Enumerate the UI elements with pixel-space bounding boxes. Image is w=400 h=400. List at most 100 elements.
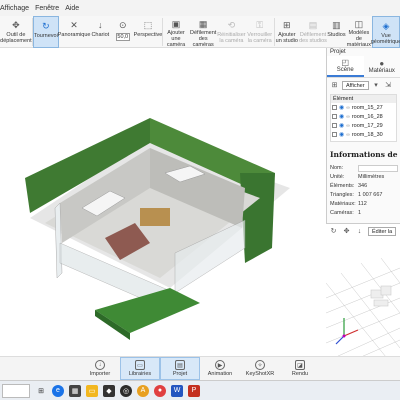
cycle-cameras-icon: ▦ (198, 19, 208, 29)
cycle-studios-button[interactable]: ▤ Défilement des studios (299, 16, 327, 48)
taskbar-search-box[interactable] (2, 383, 30, 398)
wireframe-model (370, 285, 392, 307)
pan-icon: ✕ (70, 20, 78, 30)
eye-icon[interactable]: ◉ (339, 131, 344, 138)
checkbox[interactable] (332, 132, 337, 137)
tab-materials[interactable]: ● Matériaux (364, 56, 400, 77)
material-models-button[interactable]: ◫ Modèles de matériaux (346, 16, 372, 49)
perspective-icon: ⬚ (143, 20, 153, 30)
info-key: Matériaux: (330, 201, 356, 207)
afficher-dropdown[interactable]: Afficher (342, 80, 369, 90)
info-value: Millimètres (358, 174, 385, 180)
pan-small-icon[interactable]: ✥ (342, 227, 351, 235)
app-icon-dark[interactable]: ◆ (103, 384, 115, 397)
studios-button[interactable]: ▥ Studios (327, 16, 346, 48)
windows-store-icon[interactable]: ▦ (69, 384, 81, 397)
chevron-down-icon[interactable]: ▾ (372, 81, 381, 89)
checkbox[interactable] (332, 105, 337, 110)
list-item[interactable]: ◉ ∞ room_16_28 (331, 112, 396, 121)
orbit-small-icon[interactable]: ↻ (329, 227, 338, 235)
file-explorer-icon[interactable]: ▭ (86, 384, 98, 397)
info-value: 346 (358, 183, 368, 189)
dolly-small-icon[interactable]: ↓ (355, 228, 364, 235)
lock-camera-button[interactable]: ⚿ Verrouiller la caméra (246, 16, 274, 48)
app-icon-circle[interactable]: ◎ (120, 384, 132, 397)
pan-label: Panoramique (57, 32, 91, 38)
link-icon: ∞ (346, 131, 350, 138)
geometry-view-toolbar: ↻ ✥ ↓ Éditer la (326, 224, 400, 238)
os-taskbar: ⊞ e ▦ ▭ ◆ ◎ A ● W P (0, 380, 400, 400)
info-key: Éléments: (330, 183, 355, 189)
eye-icon[interactable]: ◉ (339, 122, 344, 129)
perspective-label: Perspective (133, 32, 163, 38)
add-studio-label: Ajouter un studio (275, 32, 298, 44)
add-camera-button[interactable]: ▣ Ajouter une caméra (163, 16, 189, 49)
perspective-button[interactable]: ⬚ Perspective (133, 16, 163, 48)
menu-bar: Affichage Fenêtre Aide (0, 0, 400, 16)
info-row: Unité: Millimètres (330, 173, 400, 182)
dock-render-button[interactable]: ◪ Rendu (280, 357, 320, 380)
materials-icon: ● (379, 59, 385, 68)
edit-button[interactable]: Éditer la (368, 226, 397, 236)
chrome-icon[interactable]: ● (154, 384, 166, 397)
orbit-icon: ↻ (42, 21, 50, 31)
info-row: Triangles: 1 007 667 (330, 191, 400, 200)
menu-affichage[interactable]: Affichage (0, 5, 29, 12)
geometry-viewport[interactable] (325, 238, 400, 358)
word-icon[interactable]: W (171, 384, 183, 397)
dolly-button[interactable]: ↓ Chariot (89, 16, 111, 48)
list-item[interactable]: ◉ ∞ room_15_27 (331, 103, 396, 112)
pan-button[interactable]: ✕ Panoramique (57, 16, 91, 48)
scene-tree-tool-icon[interactable]: ⊞ (330, 81, 339, 89)
fov-input[interactable]: 50,0 (115, 33, 130, 41)
cycle-cameras-button[interactable]: ▦ Défilement des caméras (189, 16, 217, 49)
edge-icon[interactable]: e (52, 384, 64, 397)
scene-render (25, 118, 290, 340)
scene-icon: ◰ (341, 58, 350, 67)
scene-tree: Élément ◉ ∞ room_15_27 ◉ ∞ room_16_28 ◉ … (330, 94, 397, 142)
menu-fenetre[interactable]: Fenêtre (35, 5, 59, 12)
eye-icon[interactable]: ◉ (339, 104, 344, 111)
list-item[interactable]: ◉ ∞ room_18_30 (331, 130, 396, 139)
hedge-right (240, 173, 275, 263)
dock-animation-button[interactable]: ▶ Animation (200, 357, 240, 380)
scene-tree-toolbar: ⊞ Afficher ▾ ⇲ (327, 78, 400, 92)
orbit-button[interactable]: ↻ Tournevoi (32, 16, 60, 48)
tab-materials-label: Matériaux (368, 68, 395, 74)
main-toolbar: ✥ Outil de déplacement ↻ Tournevoi ✕ Pan… (0, 16, 400, 48)
animation-icon: ▶ (215, 360, 225, 370)
project-tabs: ◰ Scène ● Matériaux (327, 56, 400, 78)
dock-keyshotxr-button[interactable]: ✧ KeyShotXR (240, 357, 280, 380)
info-key: Caméras: (330, 210, 354, 216)
info-key: Triangles: (330, 192, 354, 198)
keyshot-icon[interactable]: A (137, 384, 149, 397)
dock-project-button[interactable]: ▤ Projet (160, 357, 200, 380)
reset-camera-button[interactable]: ⟲ Réinitialiser la caméra (217, 16, 245, 48)
name-field[interactable] (358, 165, 398, 172)
dock-import-button[interactable]: ↓ Importer (80, 357, 120, 380)
info-row-name: Nom: (330, 164, 400, 173)
checkbox[interactable] (332, 114, 337, 119)
dock-label: Animation (207, 371, 233, 377)
reset-camera-icon: ⟲ (227, 20, 236, 30)
task-view-icon[interactable]: ⊞ (35, 385, 47, 397)
info-value: 112 (358, 201, 367, 207)
checkbox[interactable] (332, 123, 337, 128)
cycle-studios-icon: ▤ (308, 20, 318, 30)
menu-aide[interactable]: Aide (65, 5, 79, 12)
link-icon: ∞ (346, 104, 350, 111)
list-item-label: room_16_28 (351, 113, 383, 120)
powerpoint-icon[interactable]: P (188, 384, 200, 397)
eye-icon[interactable]: ◉ (339, 113, 344, 120)
add-studio-button[interactable]: ⊞ Ajouter un studio (275, 16, 299, 48)
info-row: Éléments: 346 (330, 182, 400, 191)
dolly-label: Chariot (91, 32, 110, 38)
list-item[interactable]: ◉ ∞ room_17_29 (331, 121, 396, 130)
dock-library-button[interactable]: ▭ Librairies (120, 357, 160, 380)
geometric-view-button[interactable]: ◈ Vue géométrique (371, 16, 400, 48)
render-viewport[interactable] (0, 48, 326, 356)
tab-scene[interactable]: ◰ Scène (327, 56, 364, 77)
move-tool-button[interactable]: ✥ Outil de déplacement (0, 16, 32, 48)
info-key: Nom: (330, 165, 344, 171)
collapse-icon[interactable]: ⇲ (384, 81, 393, 89)
